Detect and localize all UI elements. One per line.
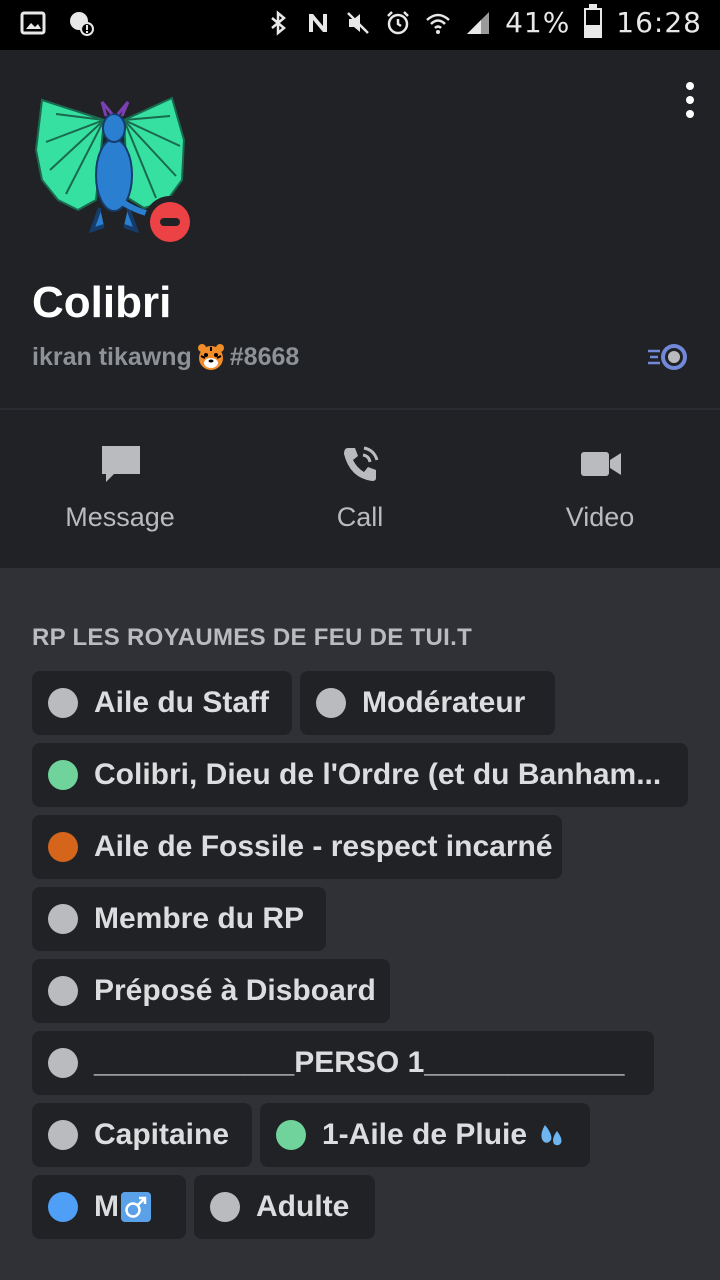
user-tag: ikran tikawng #8668 [32,342,299,372]
battery-icon [584,3,603,38]
alarm-icon [387,10,409,34]
role-name: Colibri, Dieu de l'Ordre (et du Banham..… [94,758,662,791]
role-color-dot [48,976,78,1006]
role-color-dot [48,832,78,862]
video-label: Video [565,502,635,532]
role-chip[interactable]: Colibri, Dieu de l'Ordre (et du Banham..… [32,743,688,807]
call-label: Call [336,502,384,532]
mute-icon [347,11,369,34]
call-icon [344,446,379,481]
male-sign-emoji-icon [121,1192,151,1222]
call-button[interactable]: Call [240,410,480,568]
message-label: Message [65,502,175,532]
role-chip[interactable]: ____________PERSO 1____________ [32,1031,654,1095]
role-color-dot [48,1048,78,1078]
clock: 16:28 [616,6,702,39]
role-name: M [94,1190,119,1223]
role-chip[interactable]: Capitaine [32,1103,252,1167]
role-chip[interactable]: Aile de Fossile - respect incarné [32,815,562,879]
role-color-dot [316,688,346,718]
role-chip[interactable]: Modérateur [300,671,555,735]
battery-percent: 41% [505,6,571,39]
role-color-dot [276,1120,306,1150]
username: Colibri [32,278,172,327]
roles-section: RP LES ROYAUMES DE FEU DE TUI.T Aile du … [0,568,720,1280]
wifi-icon [426,13,450,34]
role-chip[interactable]: Membre du RP [32,887,326,951]
server-name: RP LES ROYAUMES DE FEU DE TUI.T [32,624,473,651]
role-chip[interactable]: 1-Aile de Pluie [260,1103,590,1167]
role-color-dot [48,1192,78,1222]
video-button[interactable]: Video [480,410,720,568]
role-name: Aile du Staff [94,686,270,719]
role-name: Membre du RP [94,902,305,935]
message-button[interactable]: Message [0,410,240,568]
role-name: Préposé à Disboard [94,974,376,1007]
role-name: Capitaine [94,1118,230,1151]
signal-icon [467,11,490,34]
role-chip[interactable]: M [32,1175,186,1239]
water-droplets-emoji-icon [541,1125,562,1146]
role-name: ____________PERSO 1____________ [94,1046,625,1079]
role-name: Adulte [256,1190,350,1223]
role-name: Aile de Fossile - respect incarné [94,830,553,863]
blocked-icon [70,12,94,36]
discriminator: #8668 [229,342,300,371]
custom-status-text: ikran tikawng [32,342,192,371]
profile-header: Colibri ikran tikawng #8668 [0,50,720,408]
role-color-dot [210,1192,240,1222]
video-icon [581,452,621,476]
role-name: Modérateur [362,686,526,719]
role-color-dot [48,760,78,790]
role-chip[interactable]: Préposé à Disboard [32,959,390,1023]
role-chip[interactable]: Aile du Staff [32,671,292,735]
action-bar: Message Call Video [0,410,720,568]
role-name: 1-Aile de Pluie [322,1118,528,1151]
role-chip[interactable]: Adulte [194,1175,375,1239]
nitro-badge-icon[interactable] [648,342,690,372]
message-icon [102,446,140,482]
role-color-dot [48,1120,78,1150]
nfc-icon [309,13,328,32]
bluetooth-icon [271,9,287,36]
more-options-icon[interactable] [684,82,696,118]
tiger-emoji-icon [197,344,224,370]
gallery-icon [20,11,46,35]
role-color-dot [48,904,78,934]
status-bar: 41% 16:28 [0,0,720,50]
role-color-dot [48,688,78,718]
dnd-status-icon [144,196,196,248]
